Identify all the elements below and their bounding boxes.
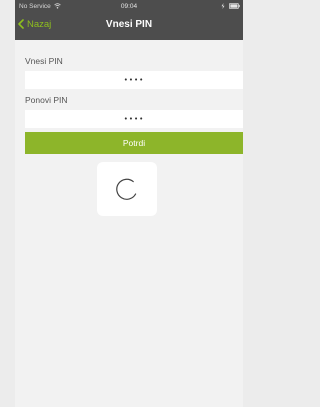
loading-overlay xyxy=(97,162,157,216)
navigation-bar: No Service 09:04 Nazaj Vnesi PIN xyxy=(15,0,243,40)
pin-label: Vnesi PIN xyxy=(25,56,63,66)
repeat-pin-input[interactable] xyxy=(25,110,243,128)
confirm-button[interactable]: Potrdi xyxy=(25,132,243,154)
clock: 09:04 xyxy=(120,3,138,10)
charging-icon xyxy=(221,3,225,10)
repeat-pin-label: Ponovi PIN xyxy=(25,95,68,105)
spinner-icon xyxy=(116,178,137,200)
battery-status xyxy=(221,3,240,10)
page-title: Vnesi PIN xyxy=(105,19,153,30)
battery-icon xyxy=(229,3,240,10)
pin-input[interactable] xyxy=(25,71,243,89)
status-bar: No Service 09:04 xyxy=(15,0,243,14)
